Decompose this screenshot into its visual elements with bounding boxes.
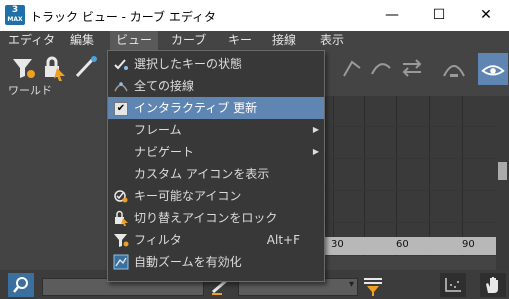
menu-curves[interactable]: カーブ: [165, 31, 212, 50]
ruler-tick-label: 60: [396, 239, 409, 250]
grid-line: [364, 96, 365, 256]
curve-tool-icon[interactable]: [368, 54, 396, 82]
lock-tool-icon[interactable]: [40, 54, 68, 82]
tangent-tool-icon[interactable]: [340, 54, 368, 82]
search-icon: [13, 277, 28, 293]
lock-toggle-icon: [115, 210, 128, 226]
menu-item-label: カスタム アイコンを表示: [134, 167, 270, 181]
ruler-tick-label: 30: [331, 239, 344, 250]
grid-line: [429, 96, 430, 256]
menu-item-show-custom-icons[interactable]: カスタム アイコンを表示: [108, 163, 324, 185]
eye-icon: [481, 65, 505, 76]
menu-item-label: キー可能なアイコン: [134, 189, 242, 203]
menu-item-label: 切り替えアイコンをロック: [134, 211, 278, 225]
search-button[interactable]: [8, 273, 34, 297]
minimize-button[interactable]: —: [369, 0, 415, 31]
graph-button[interactable]: [440, 273, 466, 297]
view-tool-button[interactable]: [478, 53, 508, 85]
filter-icon: [114, 234, 129, 247]
submenu-arrow-icon: ▶: [312, 125, 319, 134]
menu-editor[interactable]: エディタ: [2, 31, 61, 50]
grid-line: [333, 96, 334, 256]
menu-item-label: ナビゲート: [134, 145, 195, 159]
menu-item-label: インタラクティブ 更新: [134, 101, 258, 115]
app-icon-number: 3: [11, 5, 19, 15]
filter-tool-icon[interactable]: [10, 54, 38, 82]
menu-item-label: 全ての接線: [134, 79, 195, 93]
menu-item-selected-key-stats[interactable]: 選択したキーの状態: [108, 53, 324, 75]
menu-item-lock-toggle-icons[interactable]: 切り替えアイコンをロック: [108, 207, 324, 229]
menu-item-frame[interactable]: フレーム ▶: [108, 119, 324, 141]
menu-view[interactable]: ビュー: [110, 31, 159, 50]
key-tool-icon[interactable]: [440, 54, 468, 82]
select-keys-icon: [114, 59, 128, 70]
pan-button[interactable]: [480, 273, 506, 297]
grid-line: [462, 96, 463, 256]
maximize-button[interactable]: ☐: [416, 0, 462, 31]
grid-line: [396, 96, 397, 256]
pencil-tool-icon[interactable]: [72, 54, 100, 82]
funnel-icon[interactable]: [362, 275, 384, 297]
all-tangents-icon: [114, 82, 128, 92]
grid-line: [322, 126, 496, 127]
app-icon: 3 MAX: [5, 5, 25, 25]
menu-item-label: フィルタ: [134, 233, 182, 247]
menu-item-label: フレーム: [134, 123, 182, 137]
keyable-icon: [114, 190, 128, 203]
checkbox-checked-icon: ✔: [114, 102, 128, 116]
scrollbar-thumb[interactable]: [498, 162, 507, 180]
grid-line: [322, 158, 496, 159]
menu-item-label: 選択したキーの状態: [134, 57, 243, 71]
menu-item-navigate[interactable]: ナビゲート ▶: [108, 141, 324, 163]
ruler-tick-label: 90: [462, 239, 475, 250]
menu-item-interactive-update[interactable]: ✔ インタラクティブ 更新: [108, 97, 324, 119]
vertical-scrollbar[interactable]: [496, 96, 509, 270]
swap-tool-icon[interactable]: [398, 54, 426, 82]
menu-item-label: 自動ズームを有効化: [134, 255, 242, 269]
controller-panel: [0, 96, 108, 270]
window-title: トラック ビュー - カーブ エディタ: [30, 10, 217, 24]
time-ruler[interactable]: 30 60 90: [322, 237, 496, 255]
curve-graph[interactable]: [322, 96, 496, 256]
view-menu-dropdown: 選択したキーの状態 全ての接線 ✔ インタラクティブ 更新 フレーム ▶ ナビゲ…: [107, 50, 325, 282]
menu-item-keyable-icons[interactable]: キー可能なアイコン: [108, 185, 324, 207]
menu-item-auto-zoom[interactable]: 自動ズームを有効化: [108, 251, 324, 273]
menu-bar: エディタ 編集 ビュー カーブ キー 接線 表示: [0, 31, 509, 50]
grid-line: [322, 190, 496, 191]
graph-axes-icon: [445, 278, 461, 292]
menu-display[interactable]: 表示: [314, 31, 350, 50]
close-button[interactable]: ✕: [463, 0, 509, 31]
menu-tangents[interactable]: 接線: [266, 31, 302, 50]
menu-item-all-tangents[interactable]: 全ての接線: [108, 75, 324, 97]
menu-item-shortcut: Alt+F: [266, 233, 300, 247]
title-bar: 3 MAX トラック ビュー - カーブ エディタ — ☐ ✕: [0, 0, 509, 31]
menu-item-filter[interactable]: フィルタ Alt+F: [108, 229, 324, 251]
hand-icon: [486, 277, 498, 293]
menu-keys[interactable]: キー: [222, 31, 258, 50]
auto-zoom-icon: [113, 254, 129, 270]
menu-edit[interactable]: 編集: [64, 31, 100, 50]
submenu-arrow-icon: ▶: [312, 147, 319, 156]
app-icon-text: MAX: [7, 16, 23, 23]
grid-line: [322, 222, 496, 223]
